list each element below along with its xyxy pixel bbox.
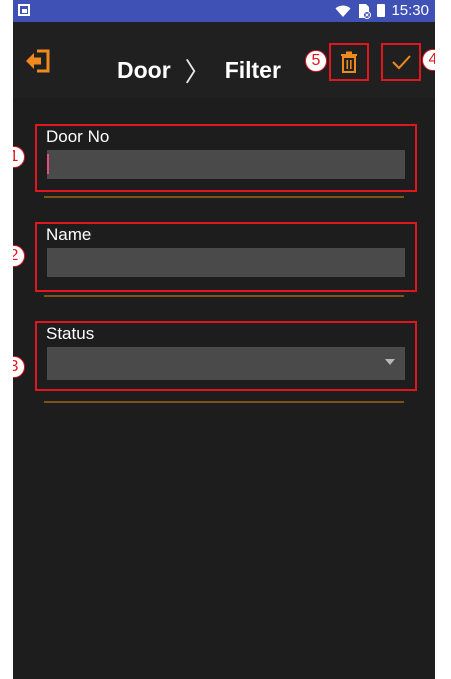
door-no-input[interactable] xyxy=(47,150,405,179)
text-caret xyxy=(47,154,49,174)
wifi-icon xyxy=(335,5,351,17)
exit-icon xyxy=(26,49,50,73)
delete-button[interactable] xyxy=(329,43,369,81)
no-sim-icon xyxy=(359,3,372,19)
door-no-underline xyxy=(44,196,404,198)
name-input[interactable] xyxy=(47,248,405,277)
status-label: Status xyxy=(46,324,95,343)
phone-screen: 15:30 Door 〉 Filter 5 4 Door No 1 Name 2… xyxy=(13,0,435,679)
name-label: Name xyxy=(46,225,92,244)
annotation-badge-5: 5 xyxy=(305,50,327,72)
trash-icon xyxy=(341,51,357,73)
status-field-group: Status xyxy=(35,321,417,391)
annotation-badge-3: 3 xyxy=(13,356,25,378)
confirm-button[interactable] xyxy=(381,43,421,81)
breadcrumb-door[interactable]: Door xyxy=(117,57,171,84)
annotation-badge-4: 4 xyxy=(422,49,435,71)
name-field-group: Name xyxy=(35,222,417,292)
status-select[interactable] xyxy=(47,347,405,380)
status-underline xyxy=(44,401,404,403)
breadcrumb-separator: 〉 xyxy=(184,57,211,87)
back-button[interactable] xyxy=(23,48,51,74)
annotation-badge-1: 1 xyxy=(13,146,25,168)
name-underline xyxy=(44,295,404,297)
annotation-badge-2: 2 xyxy=(13,245,25,267)
toolbar: Door 〉 Filter 5 4 xyxy=(13,22,435,98)
door-no-field-group: Door No xyxy=(35,124,417,192)
dropdown-arrow-icon xyxy=(385,359,395,365)
status-bar: 15:30 xyxy=(13,0,435,22)
battery-icon xyxy=(377,4,386,17)
breadcrumb: Door 〉 Filter xyxy=(117,52,281,89)
gallery-icon xyxy=(18,4,30,16)
check-icon xyxy=(392,55,411,70)
page-title: Filter xyxy=(224,57,281,83)
door-no-label: Door No xyxy=(46,127,110,146)
door-no-wrapper xyxy=(47,150,405,179)
status-icons: 15:30 xyxy=(335,2,429,19)
clock: 15:30 xyxy=(391,2,429,19)
